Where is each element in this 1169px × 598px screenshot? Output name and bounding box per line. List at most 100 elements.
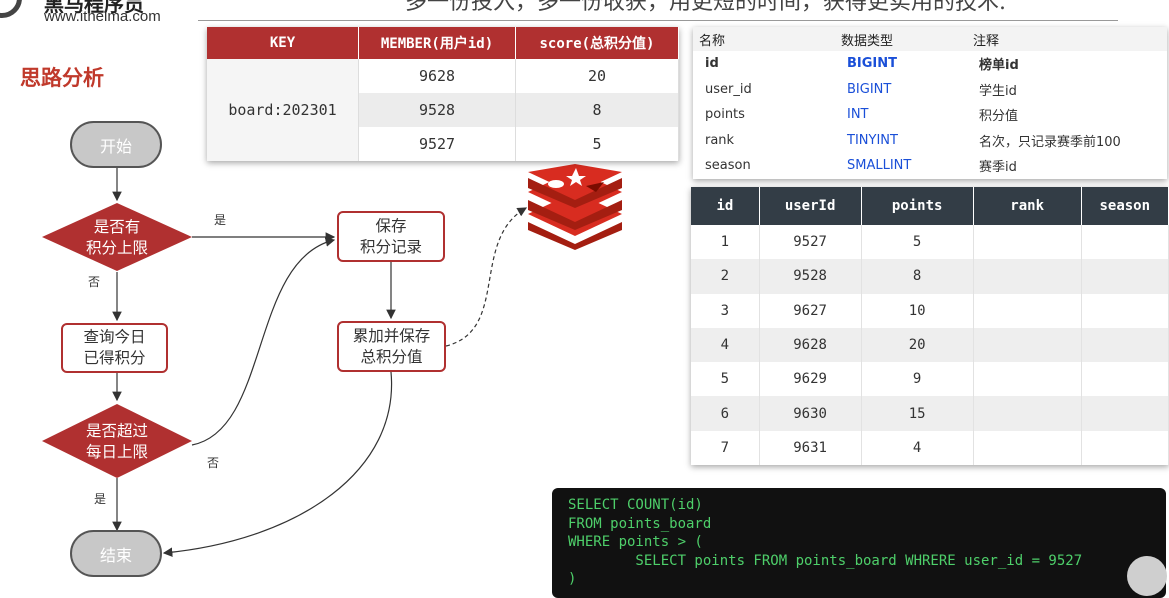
field-name: points bbox=[705, 107, 745, 123]
cell-points: 15 bbox=[861, 396, 974, 431]
table-row: board:202301 9628 20 bbox=[207, 59, 679, 161]
flow-arrow bbox=[162, 371, 393, 557]
cell-points: 5 bbox=[861, 225, 974, 260]
yes-label: 是 bbox=[94, 492, 107, 506]
field-type: TINYINT bbox=[847, 132, 898, 148]
decision2-label[interactable]: 是否超过 每日上限 bbox=[72, 421, 162, 463]
cell-rank bbox=[973, 396, 1082, 431]
table-row: 4 9628 20 bbox=[691, 327, 1169, 363]
table-row: 2 9528 8 bbox=[691, 259, 1169, 294]
redis-key-cell: board:202301 bbox=[207, 59, 359, 161]
code-line: WHERE points > ( bbox=[568, 534, 703, 550]
cell-id: 2 bbox=[691, 259, 760, 294]
decision2-line1: 是否超过 bbox=[85, 422, 148, 440]
cell-userid: 9527 bbox=[759, 225, 862, 260]
save-line1: 保存 bbox=[375, 216, 407, 235]
accum-line1: 累加并保存 bbox=[352, 326, 431, 345]
query-line1: 查询今日 bbox=[83, 328, 146, 346]
cell-points: 8 bbox=[861, 259, 974, 294]
cell-points: 10 bbox=[861, 293, 974, 328]
query-line2: 已得积分 bbox=[83, 349, 146, 367]
cell-id: 5 bbox=[691, 362, 760, 397]
flow-arrow-dashed bbox=[445, 207, 528, 347]
code-line: FROM points_board bbox=[568, 515, 712, 532]
cell-rank bbox=[973, 362, 1082, 397]
col-userid: userId bbox=[759, 187, 862, 225]
field-type: BIGINT bbox=[847, 56, 898, 72]
col-type: 数据类型 bbox=[835, 27, 967, 51]
field-name: rank bbox=[705, 132, 735, 148]
cell-rank bbox=[973, 259, 1082, 294]
cell-season bbox=[1081, 396, 1169, 431]
cell-season bbox=[1081, 430, 1169, 466]
col-comment: 注释 bbox=[967, 27, 1167, 51]
decision2-line2: 每日上限 bbox=[85, 443, 148, 461]
cell-userid: 9629 bbox=[759, 362, 862, 397]
cell-points: 4 bbox=[861, 430, 974, 466]
cell-season bbox=[1081, 225, 1169, 260]
cell-points: 20 bbox=[861, 327, 974, 363]
cell-points: 9 bbox=[861, 362, 974, 397]
cell-userid: 9628 bbox=[759, 327, 862, 363]
table-row: 1 9527 5 bbox=[691, 225, 1169, 260]
cell-season bbox=[1081, 259, 1169, 294]
member-cell: 9628 bbox=[358, 59, 516, 93]
field-comment: 榜单id bbox=[979, 58, 1019, 74]
table-row: rank TINYINT 名次，只记录赛季前100 bbox=[693, 128, 1167, 154]
field-type: INT bbox=[847, 107, 869, 123]
col-rank: rank bbox=[973, 187, 1082, 225]
col-name: 名称 bbox=[693, 27, 835, 51]
field-name: season bbox=[705, 158, 751, 174]
player-control-icon[interactable] bbox=[1127, 556, 1167, 596]
accumulate-save-box[interactable]: 累加并保存 总积分值 bbox=[337, 321, 446, 372]
save-line2: 积分记录 bbox=[359, 237, 422, 256]
field-type: SMALLINT bbox=[847, 158, 912, 174]
cell-userid: 9630 bbox=[759, 396, 862, 431]
field-name: user_id bbox=[705, 81, 752, 97]
field-name: id bbox=[705, 56, 719, 72]
decision1-line1: 是否有 bbox=[93, 218, 141, 236]
cell-userid: 9627 bbox=[759, 293, 862, 328]
save-record-box[interactable]: 保存 积分记录 bbox=[337, 211, 445, 262]
score-cell: 8 bbox=[515, 93, 679, 127]
sql-code-block[interactable]: SELECT COUNT(id) FROM points_board WHERE p… bbox=[552, 488, 1166, 598]
col-points: points bbox=[861, 187, 974, 225]
cell-rank bbox=[973, 293, 1082, 328]
member-cell: 9527 bbox=[358, 127, 516, 161]
col-season: season bbox=[1081, 187, 1169, 225]
table-row: 3 9627 10 bbox=[691, 293, 1169, 328]
table-row: 5 9629 9 bbox=[691, 362, 1169, 397]
redis-logo-icon bbox=[528, 164, 622, 250]
no-label: 否 bbox=[88, 275, 101, 289]
cell-id: 1 bbox=[691, 225, 760, 260]
decision1-label[interactable]: 是否有 积分上限 bbox=[72, 217, 162, 259]
field-type: BIGINT bbox=[847, 81, 892, 97]
schema-table: 名称 数据类型 注释 id BIGINT 榜单id user_id BIGINT… bbox=[693, 27, 1167, 179]
col-id: id bbox=[691, 187, 760, 225]
col-key: KEY bbox=[207, 27, 359, 59]
table-row: 6 9630 15 bbox=[691, 396, 1169, 431]
col-member: MEMBER(用户id) bbox=[358, 27, 516, 59]
field-comment: 积分值 bbox=[979, 109, 1019, 125]
table-row: 7 9631 4 bbox=[691, 430, 1169, 466]
yes-label: 是 bbox=[214, 213, 227, 227]
field-comment: 学生id bbox=[979, 83, 1017, 99]
col-score: score(总积分值) bbox=[515, 27, 679, 59]
flow-arrow bbox=[191, 237, 336, 446]
code-line: SELECT points FROM points_board WHRERE u… bbox=[568, 552, 1083, 569]
query-today-points-box[interactable]: 查询今日 已得积分 bbox=[61, 323, 168, 373]
table-row: id BIGINT 榜单id bbox=[693, 51, 1167, 77]
redis-zset-table: KEY MEMBER(用户id) score(总积分值) board:20230… bbox=[207, 27, 679, 161]
points-board-data-table: id userId points rank season 1 9527 5 2 … bbox=[691, 187, 1169, 466]
member-cell: 9528 bbox=[358, 93, 516, 127]
cell-id: 3 bbox=[691, 293, 760, 328]
field-comment: 名次，只记录赛季前100 bbox=[979, 134, 1121, 150]
cell-userid: 9631 bbox=[759, 430, 862, 466]
score-cell: 20 bbox=[515, 59, 679, 93]
accum-line2: 总积分值 bbox=[360, 347, 423, 366]
cell-season bbox=[1081, 327, 1169, 363]
flow-end[interactable]: 结束 bbox=[70, 530, 162, 577]
cell-rank bbox=[973, 327, 1082, 363]
cell-rank bbox=[973, 225, 1082, 260]
flow-start[interactable]: 开始 bbox=[70, 121, 162, 168]
